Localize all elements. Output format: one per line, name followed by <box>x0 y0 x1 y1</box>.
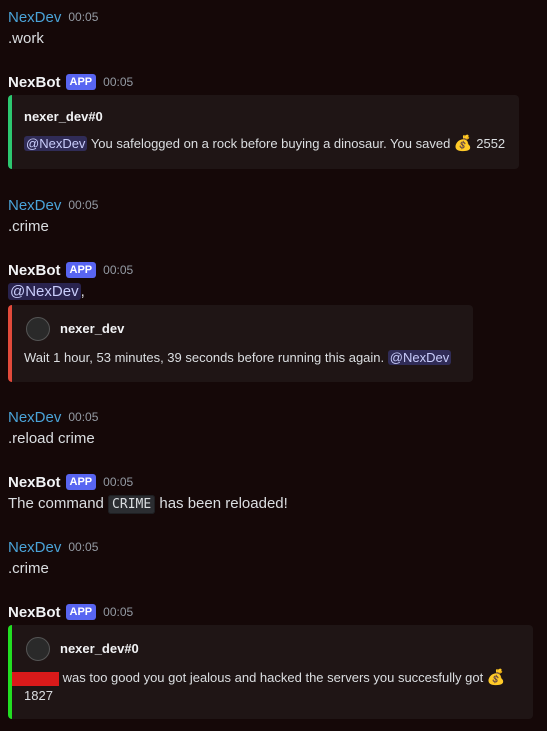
amount: 1827 <box>24 688 53 703</box>
timestamp: 00:05 <box>103 263 134 277</box>
timestamp: 00:05 <box>103 75 134 89</box>
author-name[interactable]: NexBot <box>8 74 61 91</box>
embed-author: nexer_dev <box>60 321 125 336</box>
text-before: The command <box>8 495 104 512</box>
embed: nexer_dev#0 @NexDev You safelogged on a … <box>8 95 519 169</box>
message-text: .work <box>8 30 44 47</box>
embed-author: nexer_dev#0 <box>24 109 103 124</box>
embed-description: was too good you got jealous and hacked … <box>12 669 517 705</box>
message: NexDev 00:05 .reload crime <box>8 407 98 449</box>
embed-text: was too good you got jealous and hacked … <box>62 670 484 685</box>
embed-text: You safelogged on a rock before buying a… <box>90 136 451 151</box>
message: NexBot APP 00:05 @NexDev, <box>8 260 133 302</box>
app-badge: APP <box>65 474 97 490</box>
author-name[interactable]: NexDev <box>8 9 61 26</box>
author-name[interactable]: NexBot <box>8 474 61 491</box>
author-name[interactable]: NexDev <box>8 539 61 556</box>
app-badge: APP <box>65 262 97 278</box>
message-text: .crime <box>8 560 49 577</box>
author-name[interactable]: NexBot <box>8 262 61 279</box>
message: NexBot APP 00:05 <box>8 72 133 92</box>
embed: nexer_dev#0 was too good you got jealous… <box>8 625 533 719</box>
message-text: .reload crime <box>8 430 95 447</box>
mention[interactable]: @NexDev <box>8 283 81 300</box>
timestamp: 00:05 <box>68 410 99 424</box>
message-text: .crime <box>8 218 49 235</box>
author-name[interactable]: NexBot <box>8 604 61 621</box>
timestamp: 00:05 <box>103 605 134 619</box>
embed-description: Wait 1 hour, 53 minutes, 39 seconds befo… <box>24 349 452 367</box>
author-name[interactable]: NexDev <box>8 409 61 426</box>
message: NexBot APP 00:05 The command CRIME has b… <box>8 472 288 515</box>
money-bag-icon: 💰 <box>486 669 506 686</box>
timestamp: 00:05 <box>68 10 99 24</box>
punctuation: , <box>80 283 85 300</box>
mention[interactable]: @NexDev <box>387 350 452 365</box>
mention[interactable]: @NexDev <box>24 136 88 151</box>
message: NexBot APP 00:05 <box>8 602 133 622</box>
redacted-name <box>12 671 59 686</box>
message: NexDev 00:05 .work <box>8 7 98 49</box>
timestamp: 00:05 <box>68 540 99 554</box>
message: NexDev 00:05 .crime <box>8 537 98 579</box>
app-badge: APP <box>65 604 97 620</box>
message-text: The command CRIME has been reloaded! <box>8 494 288 515</box>
embed-description: @NexDev You safelogged on a rock before … <box>24 135 505 153</box>
amount: 2552 <box>476 136 506 151</box>
embed-text: Wait 1 hour, 53 minutes, 39 seconds befo… <box>24 350 385 365</box>
message: NexDev 00:05 .crime <box>8 195 98 237</box>
message-text: @NexDev, <box>8 282 133 302</box>
money-bag-icon: 💰 <box>453 135 473 152</box>
inline-code: CRIME <box>108 495 156 514</box>
avatar <box>26 317 50 341</box>
embed: nexer_dev Wait 1 hour, 53 minutes, 39 se… <box>8 305 473 382</box>
timestamp: 00:05 <box>103 475 134 489</box>
avatar <box>26 637 50 661</box>
embed-author: nexer_dev#0 <box>60 641 139 656</box>
app-badge: APP <box>65 74 97 90</box>
author-name[interactable]: NexDev <box>8 197 61 214</box>
text-after: has been reloaded! <box>159 495 288 512</box>
timestamp: 00:05 <box>68 198 99 212</box>
